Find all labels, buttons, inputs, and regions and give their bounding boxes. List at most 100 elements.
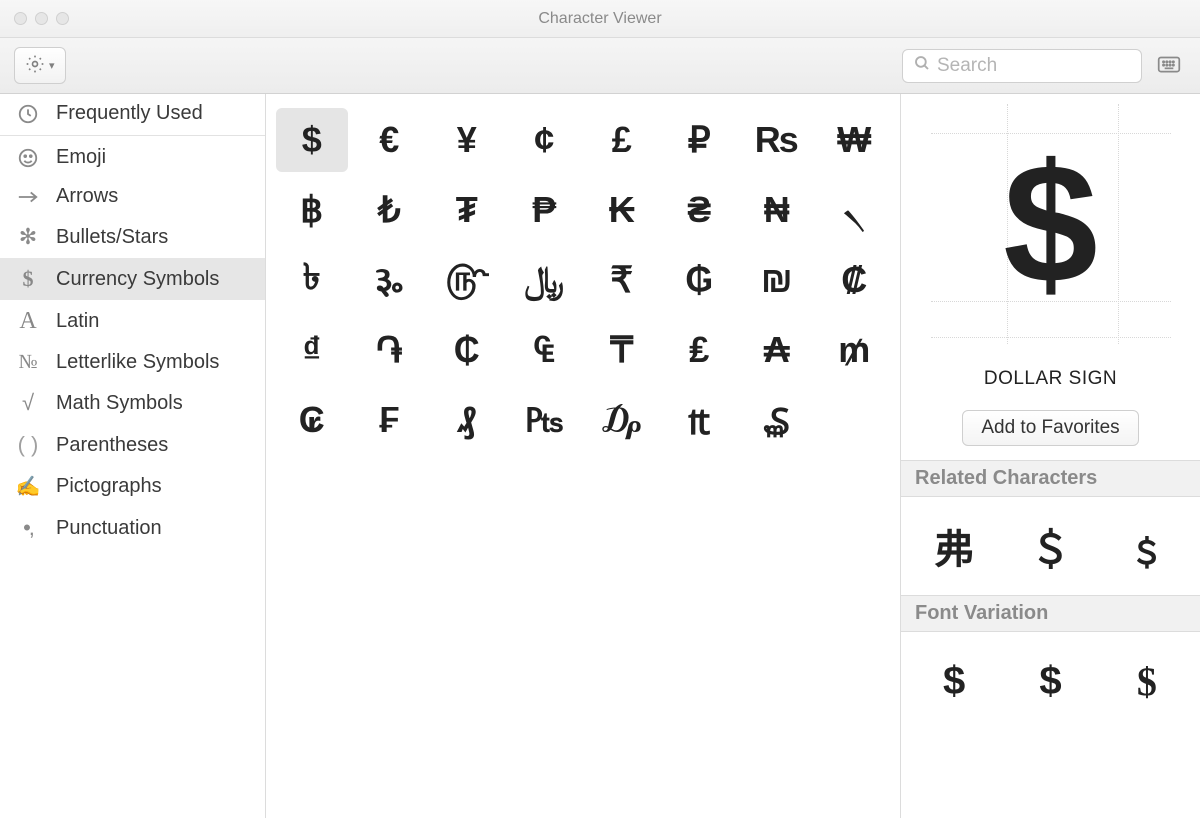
toolbar: ▾	[0, 38, 1200, 94]
arrow-icon	[14, 190, 42, 204]
char-cell[interactable]: €	[354, 108, 426, 172]
sidebar-item-label: Frequently Used	[56, 102, 203, 125]
char-cell[interactable]: ₨	[741, 108, 813, 172]
char-cell[interactable]: ₱	[509, 178, 581, 242]
char-cell[interactable]: ₯	[586, 388, 658, 452]
clock-icon	[14, 103, 42, 125]
sidebar-item-label: Math Symbols	[56, 392, 183, 415]
sidebar-item-letterlike-symbols[interactable]: № Letterlike Symbols	[0, 343, 265, 382]
font-variation-cell[interactable]: $	[1112, 646, 1182, 716]
picto-icon: ✍	[14, 474, 42, 499]
sidebar-item-label: Arrows	[56, 185, 118, 208]
punct-icon: •,	[14, 515, 42, 541]
char-cell[interactable]: ₡	[819, 248, 891, 312]
sidebar-item-label: Letterlike Symbols	[56, 351, 219, 374]
traffic-lights	[0, 12, 69, 25]
char-cell[interactable]: ₺	[354, 178, 426, 242]
char-cell[interactable]: ฿	[276, 178, 348, 242]
sidebar-item-pictographs[interactable]: ✍ Pictographs	[0, 466, 265, 507]
sidebar-item-label: Emoji	[56, 146, 106, 169]
char-cell[interactable]: £	[586, 108, 658, 172]
glyph-frame: $	[931, 104, 1171, 344]
character-grid-panel: $€¥¢£₽₨₩ ฿₺₮₱₭₴₦৲ ৳૱௹﷼₹₲₪₡ ₫֏₵₠₸₤₳₥ ₢₣₰₧₯₶₷	[266, 94, 900, 818]
char-cell[interactable]: ₹	[586, 248, 658, 312]
char-cell[interactable]: ৳	[276, 248, 348, 312]
sidebar-item-math-symbols[interactable]: √ Math Symbols	[0, 382, 265, 424]
sidebar-item-label: Pictographs	[56, 475, 162, 498]
char-cell[interactable]: ₰	[431, 388, 503, 452]
parens-icon: ( )	[14, 432, 42, 458]
char-cell[interactable]: ₭	[586, 178, 658, 242]
minimize-window-dot[interactable]	[35, 12, 48, 25]
char-cell[interactable]: ₴	[664, 178, 736, 242]
font-variation-row: $ $ $	[901, 632, 1200, 730]
char-cell[interactable]: ₽	[664, 108, 736, 172]
char-cell[interactable]: ₤	[664, 318, 736, 382]
char-cell[interactable]: ₷	[741, 388, 813, 452]
sidebar-divider	[0, 135, 265, 136]
char-cell[interactable]: ¥	[431, 108, 503, 172]
search-icon	[913, 54, 931, 78]
search-field-container	[902, 49, 1142, 83]
char-cell[interactable]: ₪	[741, 248, 813, 312]
sidebar-item-punctuation[interactable]: •,Punctuation	[0, 507, 265, 549]
char-cell[interactable]: ૱	[354, 248, 426, 312]
char-cell[interactable]: ₫	[276, 318, 348, 382]
sidebar-item-currency-symbols[interactable]: $ Currency Symbols	[0, 258, 265, 300]
char-cell[interactable]: ₩	[819, 108, 891, 172]
character-name: DOLLAR SIGN	[984, 368, 1117, 390]
char-cell[interactable]: ₮	[431, 178, 503, 242]
dollar-icon: $	[14, 266, 42, 292]
char-cell[interactable]: ﷼	[509, 248, 581, 312]
sidebar-item-parentheses[interactable]: ( )Parentheses	[0, 424, 265, 466]
related-char-cell[interactable]: ＄	[1015, 511, 1085, 581]
star-icon: ✻	[14, 224, 42, 250]
char-cell[interactable]: ₶	[664, 388, 736, 452]
char-cell[interactable]: ₢	[276, 388, 348, 452]
root-icon: √	[14, 390, 42, 416]
char-cell[interactable]: ₵	[431, 318, 503, 382]
font-variation-cell[interactable]: $	[1015, 646, 1085, 716]
related-char-cell[interactable]: ﹩	[1112, 511, 1182, 581]
close-window-dot[interactable]	[14, 12, 27, 25]
sidebar-item-bullets-stars[interactable]: ✻ Bullets/Stars	[0, 216, 265, 258]
character-grid: $€¥¢£₽₨₩ ฿₺₮₱₭₴₦৲ ৳૱௹﷼₹₲₪₡ ₫֏₵₠₸₤₳₥ ₢₣₰₧₯₶₷	[276, 108, 890, 452]
preview-glyph: $	[1003, 126, 1098, 322]
zoom-window-dot[interactable]	[56, 12, 69, 25]
related-char-cell[interactable]: 弗	[919, 511, 989, 581]
char-cell[interactable]: ֏	[354, 318, 426, 382]
gear-icon	[25, 54, 45, 77]
char-cell[interactable]: ₧	[509, 388, 581, 452]
chevron-down-icon: ▾	[49, 59, 55, 72]
char-cell[interactable]: ₥	[819, 318, 891, 382]
char-cell[interactable]: ₲	[664, 248, 736, 312]
settings-menu-button[interactable]: ▾	[14, 47, 66, 84]
character-detail-panel: $ DOLLAR SIGN Add to Favorites Related C…	[900, 94, 1200, 818]
char-cell[interactable]: $	[276, 108, 348, 172]
char-cell[interactable]: ₸	[586, 318, 658, 382]
font-variation-header: Font Variation	[901, 595, 1200, 632]
char-cell[interactable]: ₦	[741, 178, 813, 242]
char-cell[interactable]: ₠	[509, 318, 581, 382]
character-preview: $ DOLLAR SIGN Add to Favorites	[901, 94, 1200, 460]
char-cell[interactable]: ¢	[509, 108, 581, 172]
font-variation-cell[interactable]: $	[919, 646, 989, 716]
char-cell[interactable]: ₣	[354, 388, 426, 452]
sidebar-item-label: Currency Symbols	[56, 268, 219, 291]
sidebar-item-label: Latin	[56, 310, 99, 333]
window-title: Character Viewer	[0, 10, 1200, 28]
sidebar-item-arrows[interactable]: Arrows	[0, 177, 265, 216]
sidebar-item-label: Bullets/Stars	[56, 226, 168, 249]
sidebar-item-emoji[interactable]: Emoji	[0, 138, 265, 177]
keyboard-viewer-button[interactable]	[1152, 47, 1186, 84]
add-to-favorites-button[interactable]: Add to Favorites	[962, 410, 1138, 446]
char-cell[interactable]: ৲	[819, 178, 891, 242]
sidebar-item-frequently-used[interactable]: Frequently Used	[0, 94, 265, 133]
char-cell[interactable]: ₳	[741, 318, 813, 382]
related-characters-header: Related Characters	[901, 460, 1200, 497]
numero-icon: №	[14, 351, 42, 374]
search-input[interactable]	[937, 55, 1182, 77]
char-cell[interactable]: ௹	[431, 248, 503, 312]
sidebar-item-latin[interactable]: ALatin	[0, 300, 265, 343]
category-sidebar: Frequently Used Emoji Arrows ✻ Bullets/Star…	[0, 94, 266, 818]
